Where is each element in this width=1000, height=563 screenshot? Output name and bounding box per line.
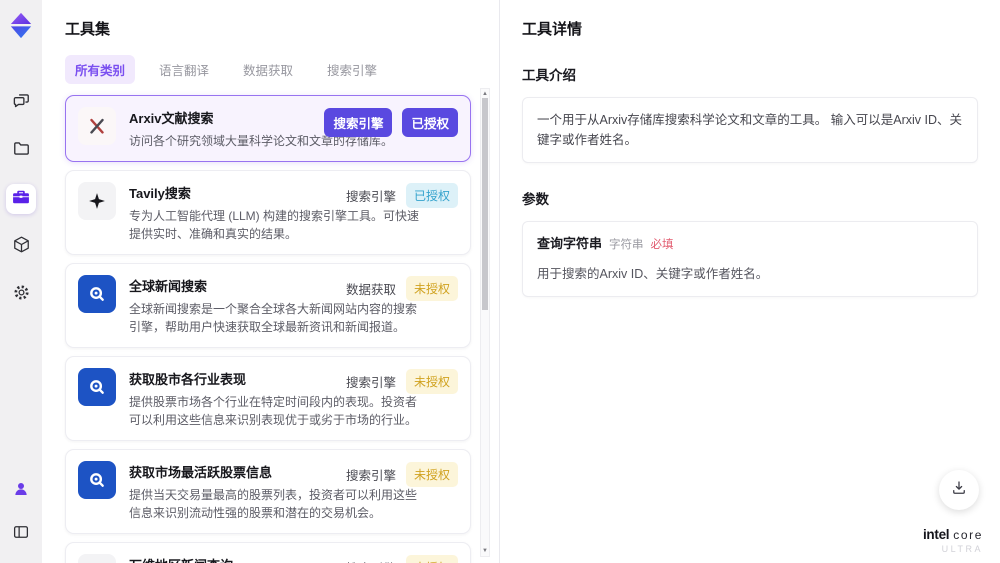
category-badge: 搜索引擎 (346, 558, 396, 563)
tool-list-pane: 工具集 所有类别 语言翻译 数据获取 搜索引擎 Arxiv文献搜索 访问各个研究领域大… (42, 0, 500, 563)
rail-bottom-items (6, 476, 36, 549)
nav-settings[interactable] (6, 280, 36, 310)
active-stocks-icon (78, 461, 116, 499)
tool-description: 提供当天交易量最高的股票列表，投资者可以利用这些信息来识别流动性强的股票和潜在的… (129, 488, 418, 520)
brand-core-text: core (953, 527, 983, 542)
auth-status-badge: 已授权 (405, 183, 458, 208)
intel-core-logo: intel core ULTRA (923, 527, 983, 554)
tool-description: 全球新闻搜索是一个聚合全球各大新闻网站内容的搜索引擎，帮助用户快速获取全球最新资… (129, 302, 418, 334)
regional-news-icon (78, 554, 116, 563)
intro-heading: 工具介绍 (522, 68, 576, 83)
scroll-up-arrow[interactable]: ▲ (481, 90, 489, 98)
rail-nav-items (6, 88, 36, 310)
auth-status-badge: 未授权 (405, 555, 458, 563)
brand-ultra-text: ULTRA (941, 543, 983, 554)
tab-3[interactable]: 搜索引擎 (317, 55, 387, 84)
nav-user[interactable] (6, 476, 36, 506)
settings-icon (12, 283, 31, 307)
download-button[interactable] (939, 470, 979, 510)
app-window: 工具集 所有类别 语言翻译 数据获取 搜索引擎 Arxiv文献搜索 访问各个研究领域大… (0, 0, 1000, 563)
news-search-icon (78, 275, 116, 313)
parameter-description: 用于搜索的Arxiv ID、关键字或作者姓名。 (537, 266, 769, 281)
tool-card[interactable]: 获取股市各行业表现 提供股票市场各个行业在特定时间段内的表现。投资者可以利用这些… (65, 356, 471, 441)
tool-description: 提供股票市场各个行业在特定时间段内的表现。投资者可以利用这些信息来识别表现优于或… (129, 395, 418, 427)
tool-card[interactable]: 万维地区新闻查询 查询具体行政区划内的新闻，快速了解各地新闻动态 搜索引擎 未授… (65, 542, 471, 563)
tool-card[interactable]: 获取市场最活跃股票信息 提供当天交易量最高的股票列表，投资者可以利用这些信息来识… (65, 449, 471, 534)
nav-chat[interactable] (6, 88, 36, 118)
stock-sector-icon (78, 368, 116, 406)
tool-card[interactable]: Tavily搜索 专为人工智能代理 (LLM) 构建的搜索引擎工具。可快速提供实… (65, 170, 471, 255)
category-badge: 搜索引擎 (324, 108, 393, 137)
parameter-name: 查询字符串 (537, 236, 603, 251)
tool-card[interactable]: 全球新闻搜索 全球新闻搜索是一个聚合全球各大新闻网站内容的搜索引擎，帮助用户快速… (65, 263, 471, 348)
tool-list: Arxiv文献搜索 访问各个研究领域大量科学论文和文章的存储库。 搜索引擎 已授… (65, 95, 471, 563)
scrollbar-thumb[interactable] (482, 98, 488, 310)
tab-1[interactable]: 语言翻译 (149, 55, 219, 84)
nav-files[interactable] (6, 136, 36, 166)
app-logo-icon (9, 12, 33, 44)
nav-models[interactable] (6, 232, 36, 262)
auth-status-badge: 未授权 (405, 276, 458, 301)
parameter-box: 查询字符串 字符串 必填 用于搜索的Arxiv ID、关键字或作者姓名。 (522, 221, 978, 297)
parameter-required-badge: 必填 (650, 239, 674, 251)
category-tabs: 所有类别 语言翻译 数据获取 搜索引擎 (65, 55, 499, 84)
category-badge: 搜索引擎 (345, 376, 396, 390)
auth-status-badge: 未授权 (405, 369, 458, 394)
download-icon (950, 479, 968, 502)
tool-description: 专为人工智能代理 (LLM) 构建的搜索引擎工具。可快速提供实时、准确和真实的结… (129, 209, 420, 241)
tool-card[interactable]: Arxiv文献搜索 访问各个研究领域大量科学论文和文章的存储库。 搜索引擎 已授… (65, 95, 471, 162)
params-heading: 参数 (522, 192, 549, 207)
folder-icon (12, 139, 31, 163)
intro-box: 一个用于从Arxiv存储库搜索科学论文和文章的工具。 输入可以是Arxiv ID… (522, 97, 978, 163)
panel-toggle-icon (12, 523, 30, 546)
nav-tools[interactable] (6, 184, 36, 214)
brand-intel-text: intel (922, 526, 950, 542)
nav-collapse[interactable] (6, 519, 36, 549)
page-title: 工具集 (65, 21, 111, 38)
tool-detail-pane: 工具详情 工具介绍 一个用于从Arxiv存储库搜索科学论文和文章的工具。 输入可… (500, 0, 1000, 563)
chat-icon (12, 91, 31, 115)
auth-status-badge: 已授权 (402, 108, 458, 137)
parameter-type: 字符串 (609, 239, 644, 251)
scrollbar[interactable]: ▲ ▼ (480, 88, 490, 557)
category-badge: 数据获取 (345, 283, 396, 297)
category-badge: 搜索引擎 (345, 190, 396, 204)
tab-0[interactable]: 所有类别 (65, 55, 136, 84)
arxiv-logo-icon (78, 107, 116, 145)
toolbox-icon (11, 187, 31, 212)
tab-2[interactable]: 数据获取 (233, 55, 303, 84)
detail-title: 工具详情 (522, 21, 583, 38)
parameter-header: 查询字符串 字符串 必填 (537, 234, 963, 255)
auth-status-badge: 未授权 (405, 462, 458, 487)
package-icon (12, 235, 31, 259)
scroll-down-arrow[interactable]: ▼ (481, 547, 489, 555)
user-icon (12, 480, 30, 503)
category-badge: 搜索引擎 (345, 469, 396, 483)
intro-text: 一个用于从Arxiv存储库搜索科学论文和文章的工具。 输入可以是Arxiv ID… (537, 113, 963, 147)
tavily-star-icon (78, 182, 116, 220)
nav-rail (0, 0, 42, 563)
